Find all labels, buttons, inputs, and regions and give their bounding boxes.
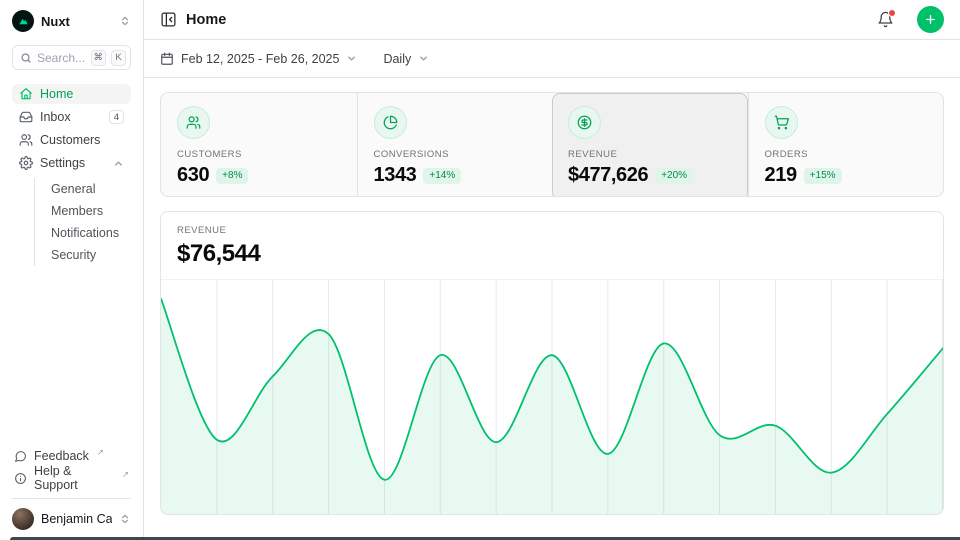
- sidebar-item-home[interactable]: Home: [12, 84, 131, 104]
- stat-label: CUSTOMERS: [177, 149, 341, 160]
- users-icon: [19, 133, 33, 147]
- help-support-label: Help & Support: [34, 464, 114, 492]
- revenue-area-chart[interactable]: 14 Feb 16 Feb 18 Feb 20 Feb 22 Feb 24 Fe…: [161, 279, 943, 514]
- info-circle-icon: [14, 472, 27, 485]
- chevron-down-icon: [418, 53, 429, 64]
- page-header: Home: [144, 0, 960, 40]
- stat-value: $477,626: [568, 164, 648, 187]
- revenue-chart-card: REVENUE $76,544 14 Feb 16 Feb 18 Feb 20 …: [160, 211, 944, 515]
- sidebar-item-settings[interactable]: Settings: [12, 153, 131, 173]
- sidebar-item-label: Customers: [40, 133, 124, 147]
- stat-value: 630: [177, 164, 209, 187]
- inbox-icon: [19, 110, 33, 124]
- main-area: Home Feb 12, 2025 - Feb 26, 2025 Daily: [144, 0, 960, 540]
- sidebar-item-notifications[interactable]: Notifications: [35, 223, 131, 243]
- collapse-sidebar-button[interactable]: [160, 11, 177, 28]
- gear-icon: [19, 156, 33, 170]
- chevron-up-down-icon: [119, 513, 131, 525]
- calendar-icon: [160, 52, 174, 66]
- notification-dot: [888, 9, 896, 17]
- stat-card-customers[interactable]: CUSTOMERS 630 +8%: [161, 93, 357, 197]
- chart-label: REVENUE: [177, 225, 927, 236]
- cart-icon: [765, 106, 798, 139]
- granularity-label: Daily: [383, 52, 411, 66]
- chevron-down-icon: [346, 53, 357, 64]
- stat-delta-badge: +14%: [423, 168, 461, 184]
- sidebar: Nuxt Search... ⌘ K Home: [0, 0, 144, 540]
- content: CUSTOMERS 630 +8% CONVERSIONS 1343 +14%: [144, 78, 960, 515]
- stat-value: 1343: [374, 164, 417, 187]
- sidebar-item-general[interactable]: General: [35, 179, 131, 199]
- dollar-circle-icon: [568, 106, 601, 139]
- sidebar-item-inbox[interactable]: Inbox 4: [12, 107, 131, 127]
- nuxt-logo-icon: [12, 10, 34, 32]
- search-placeholder: Search...: [37, 51, 86, 65]
- workspace-name: Nuxt: [41, 14, 112, 29]
- sidebar-item-label: Inbox: [40, 110, 102, 124]
- sidebar-item-members[interactable]: Members: [35, 201, 131, 221]
- home-icon: [19, 87, 33, 101]
- date-range-picker[interactable]: Feb 12, 2025 - Feb 26, 2025: [160, 52, 357, 66]
- stat-delta-badge: +8%: [216, 168, 248, 184]
- sidebar-item-security[interactable]: Security: [35, 245, 131, 265]
- dashboard-app: Nuxt Search... ⌘ K Home: [0, 0, 960, 540]
- sidebar-spacer: [12, 266, 131, 446]
- filter-toolbar: Feb 12, 2025 - Feb 26, 2025 Daily: [144, 40, 960, 78]
- chart-svg: [161, 280, 943, 515]
- stat-delta-badge: +20%: [655, 168, 693, 184]
- stat-label: ORDERS: [765, 149, 928, 160]
- stat-delta-badge: +15%: [804, 168, 842, 184]
- sidebar-nav: Home Inbox 4 Customers Settings: [12, 84, 131, 266]
- stat-card-conversions[interactable]: CONVERSIONS 1343 +14%: [357, 93, 553, 197]
- chevron-up-icon: [113, 158, 124, 169]
- sidebar-item-label: Settings: [40, 156, 106, 170]
- stat-card-orders[interactable]: ORDERS 219 +15%: [748, 93, 944, 197]
- kbd-cmd: ⌘: [91, 50, 107, 66]
- workspace-selector[interactable]: Nuxt: [12, 9, 131, 33]
- add-button[interactable]: [917, 6, 944, 33]
- feedback-link[interactable]: Feedback ↗: [12, 446, 131, 466]
- pie-chart-icon: [374, 106, 407, 139]
- chart-total-value: $76,544: [177, 240, 927, 268]
- page-title: Home: [186, 12, 868, 28]
- granularity-select[interactable]: Daily: [383, 52, 429, 66]
- users-icon: [177, 106, 210, 139]
- stat-card-revenue[interactable]: REVENUE $477,626 +20%: [552, 93, 748, 197]
- sidebar-footer: Feedback ↗ Help & Support ↗ Benjamin Can…: [12, 446, 131, 530]
- stats-panel: CUSTOMERS 630 +8% CONVERSIONS 1343 +14%: [160, 92, 944, 197]
- help-support-link[interactable]: Help & Support ↗: [12, 468, 131, 488]
- feedback-label: Feedback: [34, 449, 89, 463]
- stat-value: 219: [765, 164, 797, 187]
- chevron-up-down-icon: [119, 15, 131, 27]
- sidebar-item-label: Home: [40, 87, 124, 101]
- external-link-icon: ↗: [97, 447, 104, 458]
- user-menu[interactable]: Benjamin Canac: [12, 498, 131, 530]
- external-link-icon: ↗: [122, 469, 129, 480]
- stat-label: REVENUE: [568, 149, 732, 160]
- sidebar-item-customers[interactable]: Customers: [12, 130, 131, 150]
- search-input[interactable]: Search... ⌘ K: [12, 45, 131, 70]
- settings-submenu: General Members Notifications Security: [34, 178, 131, 266]
- chart-header: REVENUE $76,544: [161, 212, 943, 279]
- avatar: [12, 508, 34, 530]
- date-range-label: Feb 12, 2025 - Feb 26, 2025: [181, 52, 339, 66]
- chat-bubble-icon: [14, 450, 27, 463]
- notifications-button[interactable]: [877, 11, 894, 28]
- kbd-k: K: [111, 50, 126, 66]
- stat-label: CONVERSIONS: [374, 149, 537, 160]
- search-icon: [20, 52, 32, 64]
- inbox-count-badge: 4: [109, 110, 124, 124]
- user-name: Benjamin Canac: [41, 512, 112, 526]
